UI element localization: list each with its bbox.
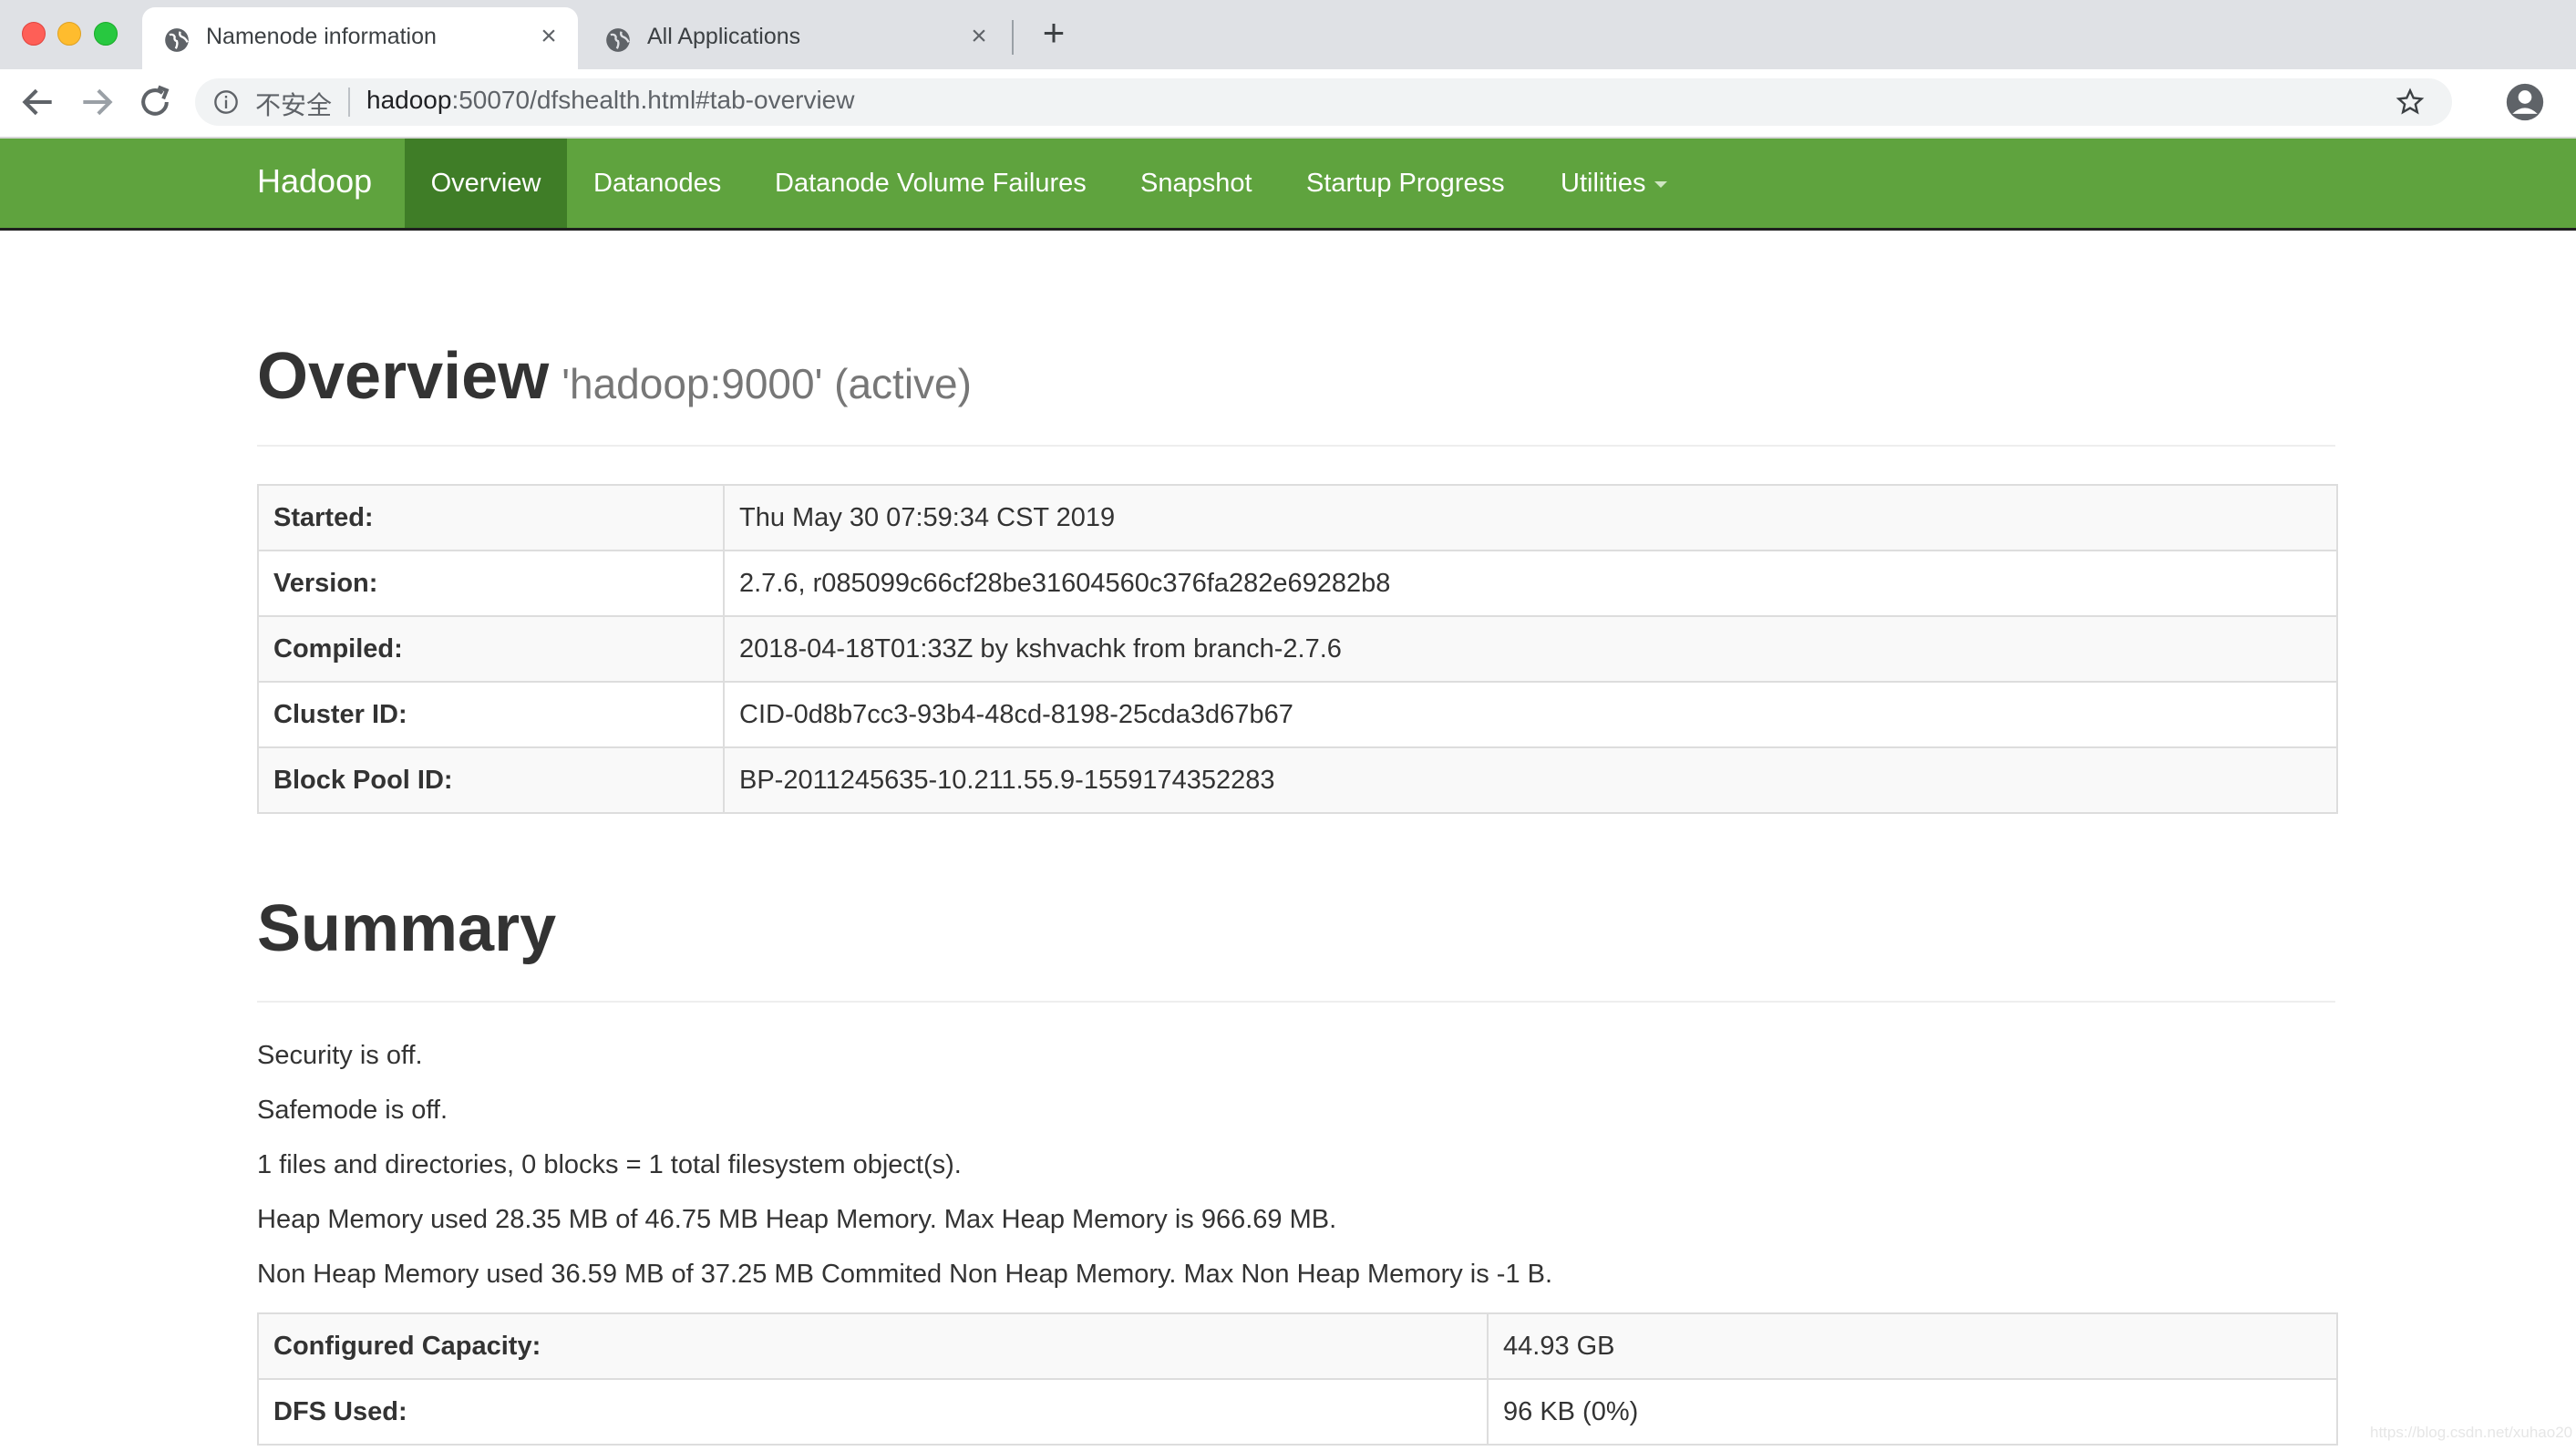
profile-avatar-icon[interactable] [2505,82,2545,122]
row-key: DFS Used: [257,1378,1489,1446]
hadoop-brand-link[interactable]: Hadoop [257,162,372,201]
info-icon[interactable] [213,89,239,115]
table-row: Version: 2.7.6, r085099c66cf28be31604560… [257,550,2338,617]
row-value: 96 KB (0%) [1487,1378,2338,1446]
overview-title: Overview [257,340,550,413]
browser-toolbar: 不安全 hadoop:50070/dfshealth.html#tab-over… [0,69,2576,139]
summary-non-heap-memory: Non Heap Memory used 36.59 MB of 37.25 M… [257,1260,1553,1289]
overview-table: Started: Thu May 30 07:59:34 CST 2019 Ve… [257,484,2338,814]
new-tab-button[interactable]: + [1036,14,1072,52]
nav-datanodes[interactable]: Datanodes [593,139,721,228]
row-key: Block Pool ID: [257,746,725,814]
browser-tab-namenode[interactable]: Namenode information × [142,7,578,69]
tab-title: Namenode information [206,24,437,49]
row-value: BP-2011245635-10.211.55.9-1559174352283 [723,746,2338,814]
window-zoom-button[interactable] [94,22,118,46]
url-host: hadoop [366,86,452,114]
address-divider [348,87,350,117]
browser-tab-all-applications[interactable]: All Applications × [583,7,1008,69]
nav-datanode-volume-failures[interactable]: Datanode Volume Failures [775,139,1087,228]
nav-overview[interactable]: Overview [405,139,567,228]
tab-title: All Applications [647,24,801,49]
globe-icon [606,28,630,52]
window-close-button[interactable] [22,22,46,46]
row-key: Configured Capacity: [257,1312,1489,1380]
nav-startup-progress[interactable]: Startup Progress [1306,139,1505,228]
summary-table: Configured Capacity: 44.93 GB DFS Used: … [257,1312,2338,1446]
divider [257,445,2335,447]
row-value: 2.7.6, r085099c66cf28be31604560c376fa282… [723,550,2338,617]
url-path: :50070/dfshealth.html#tab-overview [451,86,855,114]
browser-tab-strip: Namenode information × All Applications … [0,0,2576,69]
close-icon[interactable]: × [966,23,992,50]
table-row: Started: Thu May 30 07:59:34 CST 2019 [257,484,2338,551]
row-key: Compiled: [257,615,725,683]
summary-security: Security is off. [257,1041,423,1070]
tab-divider [1012,20,1014,55]
reload-icon[interactable] [135,82,175,122]
row-value: Thu May 30 07:59:34 CST 2019 [723,484,2338,551]
row-key: Started: [257,484,725,551]
address-bar[interactable]: 不安全 hadoop:50070/dfshealth.html#tab-over… [195,78,2452,126]
divider [257,1001,2335,1003]
caret-down-icon [1654,180,1668,188]
row-value: 44.93 GB [1487,1312,2338,1380]
row-value: CID-0d8b7cc3-93b4-48cd-8198-25cda3d67b67 [723,681,2338,748]
row-value: 2018-04-18T01:33Z by kshvachk from branc… [723,615,2338,683]
overview-heading: Overview 'hadoop:9000' (active) [257,339,972,414]
table-row: Configured Capacity: 44.93 GB [257,1312,2338,1380]
table-row: DFS Used: 96 KB (0%) [257,1378,2338,1446]
summary-filesystem-objects: 1 files and directories, 0 blocks = 1 to… [257,1150,962,1179]
bookmark-star-icon[interactable] [2396,87,2425,117]
close-icon[interactable]: × [536,23,562,50]
forward-arrow-icon[interactable] [77,82,117,122]
row-key: Cluster ID: [257,681,725,748]
summary-heap-memory: Heap Memory used 28.35 MB of 46.75 MB He… [257,1205,1337,1234]
window-minimize-button[interactable] [57,22,81,46]
url-text[interactable]: hadoop:50070/dfshealth.html#tab-overview [366,86,854,115]
table-row: Block Pool ID: BP-2011245635-10.211.55.9… [257,746,2338,814]
hadoop-navbar: Hadoop Overview Datanodes Datanode Volum… [0,139,2576,231]
overview-subtitle: 'hadoop:9000' (active) [562,360,972,407]
summary-heading: Summary [257,892,557,965]
nav-utilities-label: Utilities [1561,169,1646,198]
table-row: Cluster ID: CID-0d8b7cc3-93b4-48cd-8198-… [257,681,2338,748]
row-key: Version: [257,550,725,617]
globe-icon [165,28,189,52]
back-arrow-icon[interactable] [18,82,58,122]
summary-safemode: Safemode is off. [257,1096,448,1125]
table-row: Compiled: 2018-04-18T01:33Z by kshvachk … [257,615,2338,683]
watermark: https://blog.csdn.net/xuhao20 [2370,1424,2573,1441]
not-secure-label: 不安全 [255,90,333,120]
nav-snapshot[interactable]: Snapshot [1140,139,1252,228]
nav-utilities-dropdown[interactable]: Utilities [1561,139,1668,228]
